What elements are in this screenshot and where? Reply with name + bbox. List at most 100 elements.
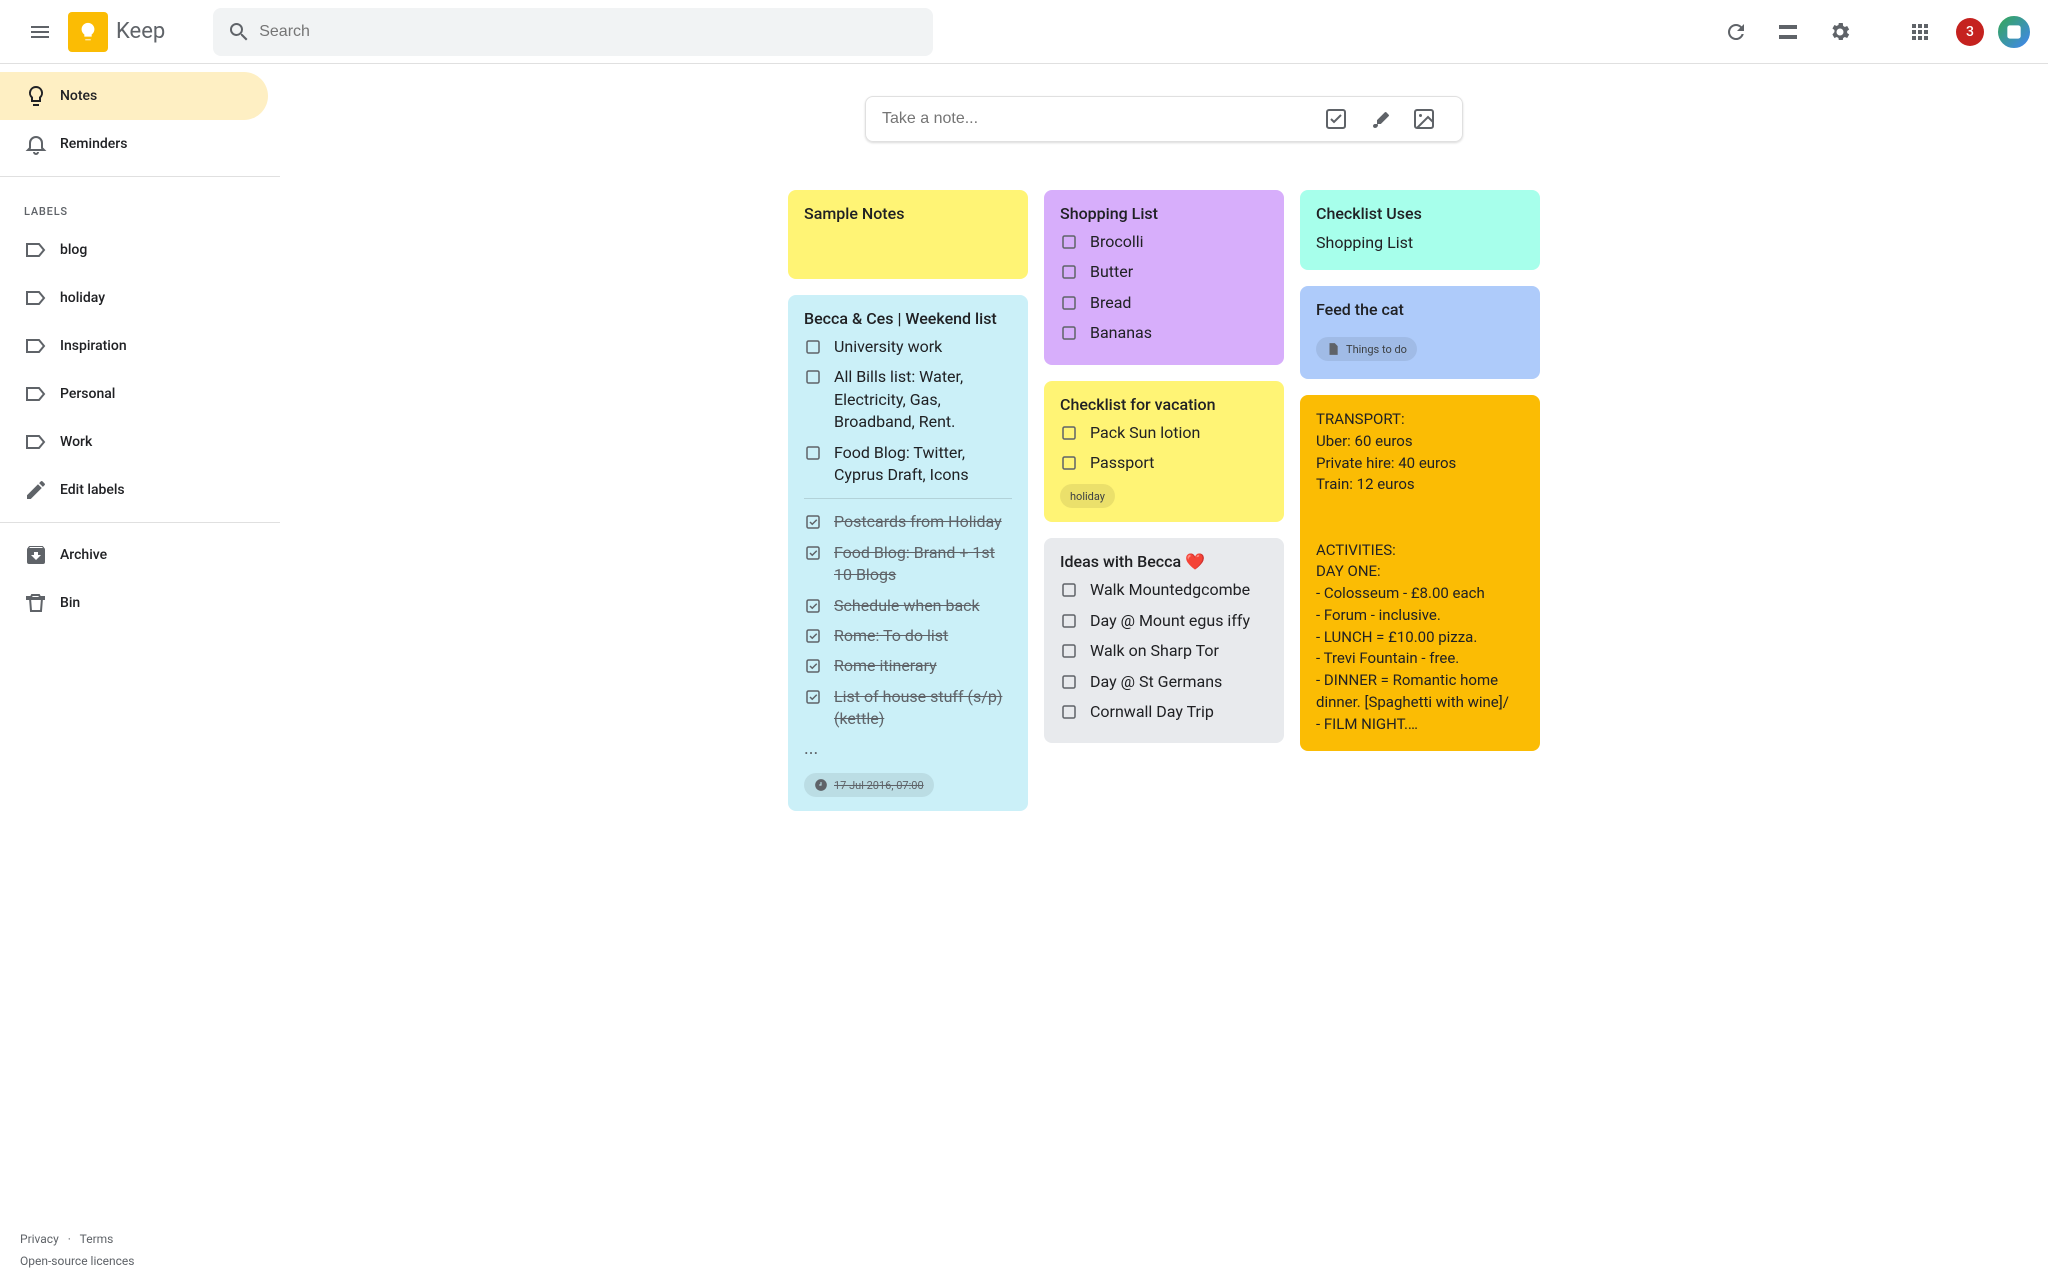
checklist-item[interactable]: Bread — [1060, 292, 1268, 314]
sidebar-label-work[interactable]: Work — [0, 418, 268, 466]
checklist-item[interactable]: University work — [804, 336, 1012, 358]
notifications-badge[interactable]: 3 — [1956, 18, 1984, 46]
avatar-icon — [2004, 22, 2024, 42]
checklist-item-text: Rome: To do list — [834, 625, 948, 647]
checklist-item[interactable]: Rome itinerary — [804, 655, 1012, 677]
checklist-item[interactable]: Postcards from Holiday — [804, 511, 1012, 533]
privacy-link[interactable]: Privacy — [20, 1232, 59, 1246]
settings-button[interactable] — [1816, 8, 1864, 56]
new-list-button[interactable] — [1314, 97, 1358, 141]
sidebar-label-inspiration[interactable]: Inspiration — [0, 322, 268, 370]
checklist-item[interactable]: All Bills list: Water, Electricity, Gas,… — [804, 366, 1012, 433]
linked-doc-chip[interactable]: Things to do — [1316, 337, 1417, 361]
sidebar-label-blog[interactable]: blog — [0, 226, 268, 274]
note-title: Ideas with Becca ❤️ — [1060, 552, 1268, 571]
note-card[interactable]: Feed the cat Things to do — [1300, 286, 1540, 379]
compose-input[interactable] — [882, 110, 1314, 128]
checkbox-checked-icon — [804, 688, 822, 706]
nav-label: holiday — [60, 290, 105, 306]
checklist-item-text: All Bills list: Water, Electricity, Gas,… — [834, 366, 1012, 433]
checklist-item-text: Food Blog: Twitter, Cyprus Draft, Icons — [834, 442, 1012, 487]
new-image-note-button[interactable] — [1402, 97, 1446, 141]
checkbox-unchecked-icon — [1060, 642, 1078, 660]
nav-label: Inspiration — [60, 338, 127, 354]
sidebar-item-notes[interactable]: Notes — [0, 72, 268, 120]
refresh-button[interactable] — [1712, 8, 1760, 56]
main-menu-button[interactable] — [16, 8, 64, 56]
nav-label: blog — [60, 242, 87, 258]
checklist-item[interactable]: Passport — [1060, 452, 1268, 474]
google-apps-button[interactable] — [1896, 8, 1944, 56]
checklist-item-text: Food Blog: Brand + 1st 10 Blogs — [834, 542, 1012, 587]
divider — [0, 176, 280, 177]
label-icon — [12, 226, 60, 274]
note-card[interactable]: Checklist for vacationPack Sun lotionPas… — [1044, 381, 1284, 523]
nav-label: Personal — [60, 386, 115, 402]
checklist-item[interactable]: Butter — [1060, 261, 1268, 283]
checklist-item[interactable]: List of house stuff (s/p) (kettle) — [804, 686, 1012, 731]
account-avatar[interactable] — [1996, 14, 2032, 50]
nav-label: Notes — [60, 88, 97, 104]
checklist-item[interactable]: Walk Mountedgcombe — [1060, 579, 1268, 601]
checkbox-unchecked-icon — [804, 368, 822, 386]
label-icon — [12, 274, 60, 322]
new-drawing-button[interactable] — [1358, 97, 1402, 141]
note-card[interactable]: TRANSPORT: Uber: 60 euros Private hire: … — [1300, 395, 1540, 751]
apps-grid-icon — [1908, 20, 1932, 44]
note-card[interactable]: Becca & Ces | Weekend listUniversity wor… — [788, 295, 1028, 811]
sidebar-label-personal[interactable]: Personal — [0, 370, 268, 418]
checklist-item[interactable]: Schedule when back — [804, 595, 1012, 617]
reminder-chip[interactable]: 17 Jul 2016, 07:00 — [804, 773, 934, 797]
trash-icon — [12, 579, 60, 627]
checklist-item[interactable]: Day @ St Germans — [1060, 671, 1268, 693]
oss-licences-link[interactable]: Open-source licences — [20, 1254, 134, 1268]
divider — [804, 498, 1012, 499]
terms-link[interactable]: Terms — [80, 1232, 114, 1246]
checklist-item[interactable]: Pack Sun lotion — [1060, 422, 1268, 444]
checklist-item[interactable]: Food Blog: Twitter, Cyprus Draft, Icons — [804, 442, 1012, 487]
brand-name: Keep — [116, 19, 165, 44]
sidebar: Notes Reminders LABELS blog holiday Inspira… — [0, 64, 280, 1284]
list-view-icon — [1776, 20, 1800, 44]
note-card[interactable]: Ideas with Becca ❤️ Walk Mountedgcombe Day… — [1044, 538, 1284, 743]
note-label-chip[interactable]: holiday — [1060, 484, 1115, 508]
checkbox-checked-icon — [804, 544, 822, 562]
checklist-item[interactable]: Food Blog: Brand + 1st 10 Blogs — [804, 542, 1012, 587]
keep-logo — [68, 12, 108, 52]
labels-section-header: LABELS — [0, 185, 280, 226]
brush-icon — [1368, 107, 1392, 131]
note-card[interactable]: Sample Notes — [788, 190, 1028, 279]
checklist-item-text: Walk Mountedgcombe — [1090, 579, 1250, 601]
checkbox-unchecked-icon — [804, 444, 822, 462]
body: Notes Reminders LABELS blog holiday Inspira… — [0, 64, 2048, 1284]
sidebar-label-holiday[interactable]: holiday — [0, 274, 268, 322]
checkbox-icon — [1324, 107, 1348, 131]
note-title: Feed the cat — [1316, 300, 1524, 319]
note-title: Sample Notes — [804, 204, 1012, 223]
list-view-button[interactable] — [1764, 8, 1812, 56]
checklist-item-text: Schedule when back — [834, 595, 980, 617]
sidebar-item-reminders[interactable]: Reminders — [0, 120, 268, 168]
checkbox-unchecked-icon — [804, 338, 822, 356]
checklist-item-text: Walk on Sharp Tor — [1090, 640, 1219, 662]
note-card[interactable]: Shopping ListBrocolliButterBreadBananas — [1044, 190, 1284, 365]
compose-bar[interactable] — [865, 96, 1463, 142]
sidebar-item-edit-labels[interactable]: Edit labels — [0, 466, 268, 514]
sidebar-item-bin[interactable]: Bin — [0, 579, 268, 627]
checklist-item[interactable]: Rome: To do list — [804, 625, 1012, 647]
search-bar[interactable] — [213, 8, 933, 56]
note-card[interactable]: Checklist UsesShopping List — [1300, 190, 1540, 270]
sidebar-item-archive[interactable]: Archive — [0, 531, 268, 579]
checkbox-unchecked-icon — [1060, 581, 1078, 599]
notes-grid: Sample Notes Becca & Ces | Weekend listUn… — [352, 190, 1976, 811]
main: Sample Notes Becca & Ces | Weekend listUn… — [280, 64, 2048, 1284]
checklist-item[interactable]: Cornwall Day Trip — [1060, 701, 1268, 723]
hamburger-icon — [28, 20, 52, 44]
checklist-item[interactable]: Walk on Sharp Tor — [1060, 640, 1268, 662]
checklist-item[interactable]: Bananas — [1060, 322, 1268, 344]
checklist-item[interactable]: Brocolli — [1060, 231, 1268, 253]
notes-column: Shopping ListBrocolliButterBreadBananasC… — [1044, 190, 1284, 811]
checklist-item[interactable]: Day @ Mount egus iffy — [1060, 610, 1268, 632]
search-input[interactable] — [259, 23, 927, 41]
checklist-item-text: University work — [834, 336, 942, 358]
